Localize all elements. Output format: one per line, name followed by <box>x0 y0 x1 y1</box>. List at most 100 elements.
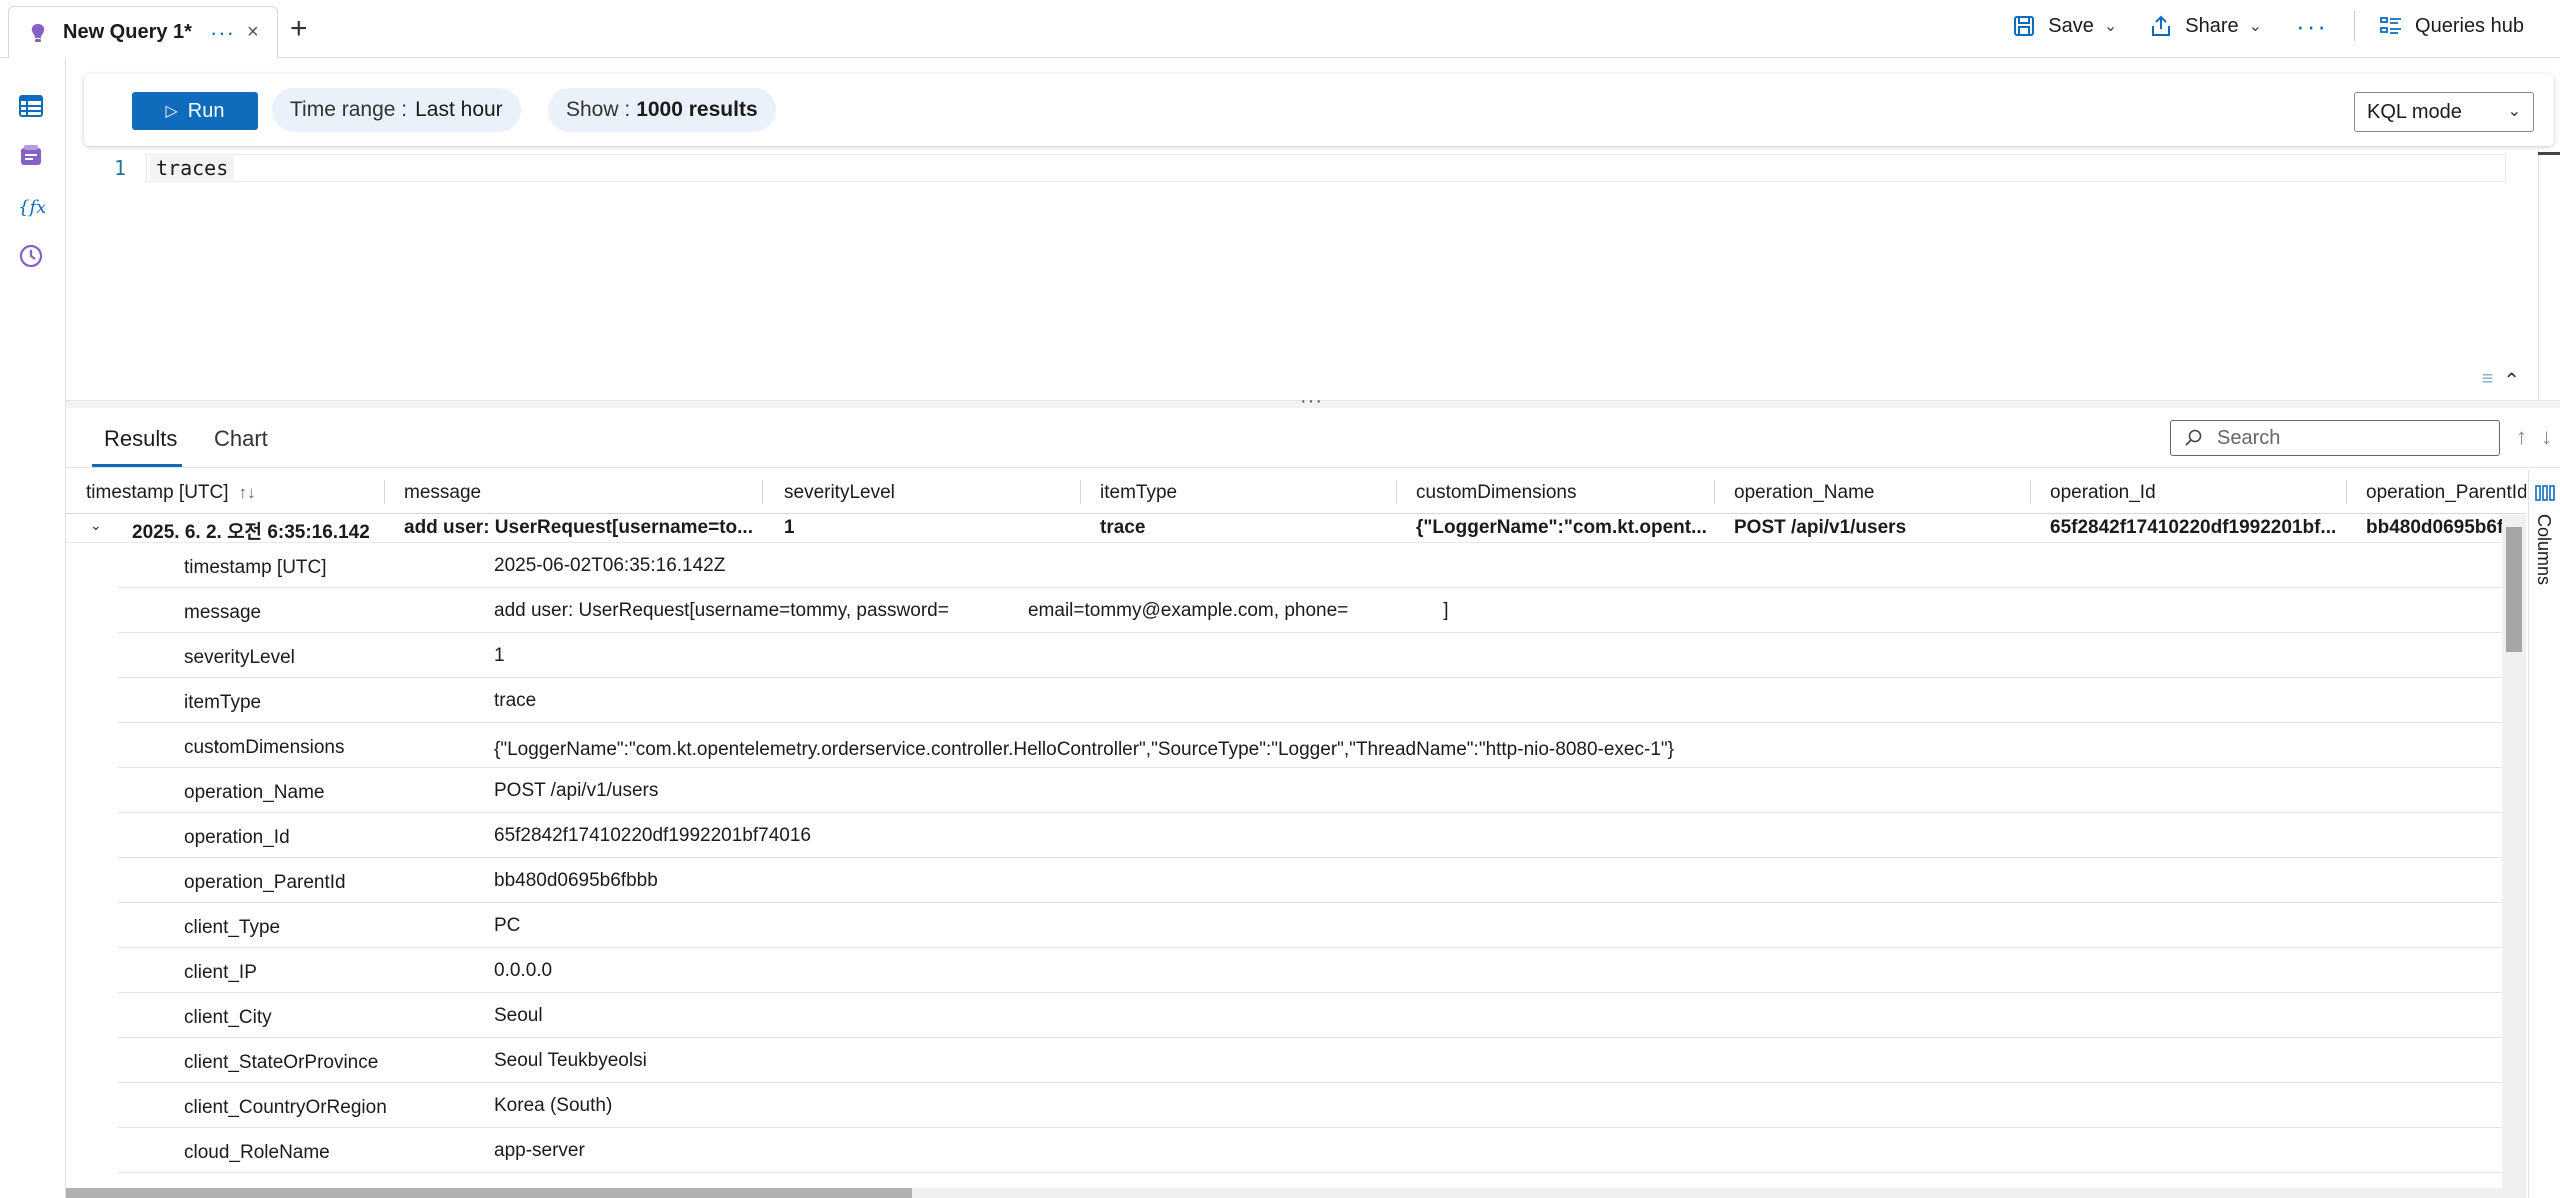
search-placeholder: Search <box>2217 426 2281 449</box>
kql-mode-dropdown[interactable]: KQL mode ⌄ <box>2354 92 2534 132</box>
tables-icon[interactable] <box>17 92 45 120</box>
tab-more-icon[interactable]: ··· <box>210 21 235 44</box>
table-row[interactable]: ⌄ 2025. 6. 2. 오전 6:35:16.142 add user: U… <box>66 515 2502 543</box>
column-header[interactable]: timestamp [UTC] ↑↓ <box>86 482 256 504</box>
detail-value: trace <box>494 690 537 711</box>
search-input[interactable]: Search <box>2170 420 2500 456</box>
detail-row[interactable]: timestamp [UTC] 2025-06-02T06:35:16.142Z <box>118 543 2502 588</box>
horizontal-scrollbar[interactable] <box>66 1188 2526 1198</box>
more-options-icon[interactable]: ··· <box>2278 11 2346 42</box>
tab-close-icon[interactable]: × <box>247 21 259 44</box>
cell-severity: 1 <box>784 517 795 538</box>
kql-mode-label: KQL mode <box>2367 100 2462 123</box>
detail-key: operation_Name <box>184 782 325 803</box>
collapse-row-icon[interactable]: ⌄ <box>90 517 102 534</box>
column-header[interactable]: operation_Id <box>2050 482 2156 504</box>
chevron-down-icon: ⌄ <box>2248 18 2263 35</box>
column-divider[interactable] <box>2030 480 2031 504</box>
detail-row[interactable]: message add user: UserRequest[username=t… <box>118 588 2502 633</box>
current-line-highlight <box>146 154 2506 182</box>
arrow-down-icon[interactable]: ↓ <box>2541 424 2552 450</box>
detail-row[interactable]: client_City Seoul <box>118 993 2502 1038</box>
tab-chart[interactable]: Chart <box>214 426 268 452</box>
editor-controls: ≡ ⌃ <box>2482 368 2520 393</box>
detail-key: operation_Id <box>184 827 290 848</box>
column-divider[interactable] <box>762 480 763 504</box>
arrow-up-icon[interactable]: ↑ <box>2516 424 2527 450</box>
share-icon <box>2152 15 2171 36</box>
detail-row[interactable]: client_IP 0.0.0.0 <box>118 948 2502 993</box>
tab-results[interactable]: Results <box>104 426 177 452</box>
column-header[interactable]: operation_Name <box>1734 482 1874 504</box>
new-tab-icon[interactable]: + <box>290 12 308 46</box>
detail-value: POST /api/v1/users <box>494 780 659 801</box>
detail-key: client_CountryOrRegion <box>184 1097 387 1118</box>
detail-row[interactable]: client_StateOrProvince Seoul Teukbyeolsi <box>118 1038 2502 1083</box>
detail-value: Korea (South) <box>494 1095 613 1116</box>
active-tab-indicator <box>92 464 182 467</box>
functions-icon[interactable]: {fx} <box>17 192 45 220</box>
share-label: Share <box>2185 14 2239 37</box>
save-button[interactable]: Save ⌄ <box>1996 6 2133 46</box>
time-range-picker[interactable]: Time range : Last hour <box>272 88 521 132</box>
column-header[interactable]: itemType <box>1100 482 1177 504</box>
column-header[interactable]: operation_ParentId <box>2366 482 2526 504</box>
sort-icon[interactable]: ↑↓ <box>239 483 256 502</box>
chevron-down-icon: ⌄ <box>2103 18 2118 35</box>
detail-row[interactable]: severityLevel 1 <box>118 633 2502 678</box>
detail-key: client_IP <box>184 962 257 983</box>
run-label: Run <box>187 99 225 122</box>
detail-value: 2025-06-02T06:35:16.142Z <box>494 555 726 576</box>
queries-hub-icon <box>2380 17 2402 34</box>
vertical-scroll-thumb[interactable] <box>2506 527 2522 652</box>
detail-row[interactable]: client_CountryOrRegion Korea (South) <box>118 1083 2502 1128</box>
detail-value: add user: UserRequest[username=tommy, pa… <box>494 600 1449 621</box>
run-button[interactable]: ▷ Run <box>132 92 258 130</box>
detail-value: 1 <box>494 645 505 666</box>
search-navigation: ↑ ↓ <box>2516 424 2552 450</box>
detail-row[interactable]: operation_Id 65f2842f17410220df1992201bf… <box>118 813 2502 858</box>
detail-key: itemType <box>184 692 262 713</box>
line-number: 1 <box>114 156 127 180</box>
results-limit-picker[interactable]: Show : 1000 results <box>548 88 776 132</box>
cell-message: add user: UserRequest[username=to... <box>404 517 753 538</box>
format-icon[interactable]: ≡ <box>2482 368 2494 393</box>
grid-header: timestamp [UTC] ↑↓ message severityLevel … <box>66 470 2526 514</box>
detail-row[interactable]: client_Type PC <box>118 903 2502 948</box>
detail-row[interactable]: › customDimensions {"LoggerName":"com.kt… <box>118 723 2502 768</box>
detail-row[interactable]: itemType trace <box>118 678 2502 723</box>
query-code[interactable]: traces <box>150 156 235 180</box>
show-label: Show : <box>566 98 631 121</box>
detail-row[interactable]: operation_Name POST /api/v1/users <box>118 768 2502 813</box>
query-editor[interactable]: 1 traces ≡ ⌃ <box>66 150 2560 400</box>
queries-icon[interactable] <box>17 142 45 170</box>
columns-label: Columns <box>2534 514 2554 586</box>
detail-key: message <box>184 602 262 623</box>
toolbar-right: Save ⌄ Share ⌄ ··· Queries hub <box>1996 0 2540 52</box>
save-label: Save <box>2048 14 2094 37</box>
column-header[interactable]: severityLevel <box>784 482 895 504</box>
column-divider[interactable] <box>1080 480 1081 504</box>
history-icon[interactable] <box>17 242 45 270</box>
horizontal-scroll-thumb[interactable] <box>66 1188 912 1198</box>
column-divider[interactable] <box>384 480 385 504</box>
chevron-down-icon: ⌄ <box>2507 103 2521 120</box>
detail-row[interactable]: operation_ParentId bb480d0695b6fbbb <box>118 858 2502 903</box>
column-divider[interactable] <box>2346 480 2347 504</box>
time-range-label: Time range : <box>290 98 408 121</box>
vertical-scrollbar[interactable] <box>2502 515 2526 1188</box>
detail-row[interactable]: cloud_RoleName app-server <box>118 1128 2502 1173</box>
column-divider[interactable] <box>1396 480 1397 504</box>
queries-hub-button[interactable]: Queries hub <box>2363 6 2540 46</box>
column-header[interactable]: message <box>404 482 481 504</box>
share-button[interactable]: Share ⌄ <box>2133 6 2278 46</box>
columns-panel-toggle[interactable]: Columns <box>2528 470 2560 1198</box>
detail-key: cloud_RoleName <box>184 1142 330 1163</box>
top-bar: New Query 1* ··· × + Save ⌄ Share ⌄ ··· <box>0 0 2560 59</box>
collapse-editor-icon[interactable]: ⌃ <box>2503 368 2520 393</box>
column-header[interactable]: customDimensions <box>1416 482 1577 504</box>
detail-value: {"LoggerName":"com.kt.opentelemetry.orde… <box>494 739 1674 760</box>
column-divider[interactable] <box>1714 480 1715 504</box>
detail-key: timestamp [UTC] <box>184 557 327 578</box>
query-tab[interactable]: New Query 1* ··· × <box>8 6 278 59</box>
